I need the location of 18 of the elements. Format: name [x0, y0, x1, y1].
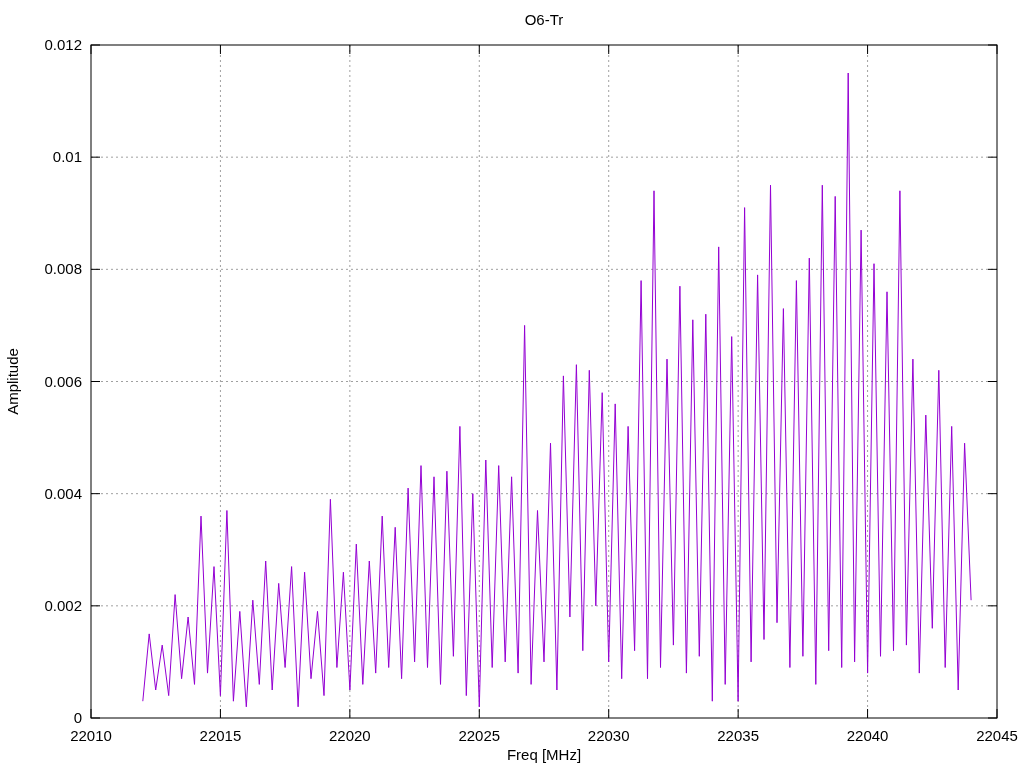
y-axis-label: Amplitude — [4, 348, 21, 415]
y-tick-label: 0.012 — [44, 36, 82, 53]
x-tick-label: 22045 — [976, 727, 1018, 744]
y-tick-label: 0.006 — [44, 372, 82, 390]
x-tick-label: 22010 — [70, 727, 112, 744]
y-tick-label: 0.004 — [44, 484, 82, 502]
x-tick-label: 22040 — [846, 727, 889, 744]
x-tick-label: 22035 — [717, 727, 759, 744]
y-tick-label: 0.01 — [52, 148, 82, 166]
x-tick-label: 22025 — [458, 727, 501, 744]
y-tick-label: 0.008 — [44, 260, 82, 278]
y-tick-label: 0 — [73, 709, 82, 726]
x-tick-label: 22030 — [587, 727, 630, 744]
x-tick-label: 22015 — [199, 727, 242, 744]
chart-title: O6-Tr — [524, 11, 564, 28]
x-tick-label: 22020 — [329, 727, 371, 744]
x-axis-label: Freq [MHz] — [506, 746, 582, 763]
y-tick-label: 0.002 — [44, 596, 82, 614]
